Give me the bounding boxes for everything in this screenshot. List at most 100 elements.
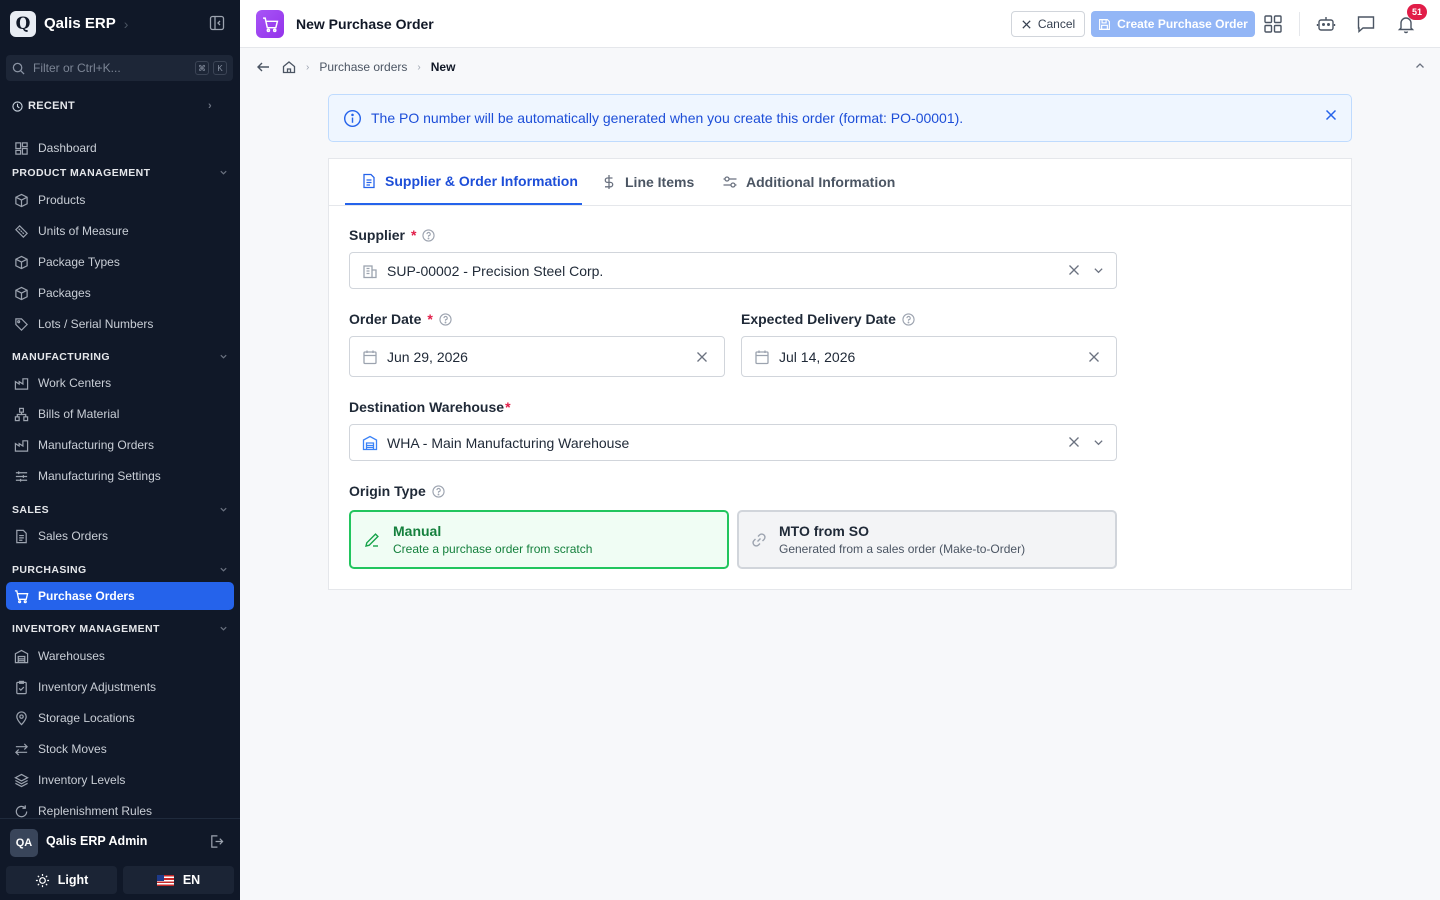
sidebar-item-label: Manufacturing Orders <box>38 438 155 452</box>
sidebar-collapse-icon[interactable] <box>209 15 225 31</box>
package-icon <box>15 286 28 300</box>
apps-grid-icon[interactable] <box>1263 14 1283 34</box>
sidebar-item-label: Warehouses <box>38 649 105 663</box>
chevron-down-icon <box>220 170 227 175</box>
sidebar-item-inventory-adjustments[interactable]: Inventory Adjustments <box>6 673 234 701</box>
chevron-down-icon <box>220 507 227 512</box>
option-title: Manual <box>393 523 442 539</box>
supplier-select[interactable]: SUP-00002 - Precision Steel Corp. <box>349 252 1117 289</box>
section-inventory-management[interactable]: INVENTORY MANAGEMENT <box>12 622 228 636</box>
destination-warehouse-select[interactable]: WHA - Main Manufacturing Warehouse <box>349 424 1117 461</box>
arrows-left-right-icon <box>15 742 28 756</box>
layers-icon <box>14 773 29 787</box>
breadcrumb: › Purchase orders › New <box>240 48 1440 86</box>
destination-warehouse-label: Destination Warehouse * <box>349 399 511 415</box>
help-icon[interactable] <box>432 484 445 498</box>
close-icon <box>1022 19 1031 29</box>
sidebar-item-stock-moves[interactable]: Stock Moves <box>6 735 234 763</box>
tab-line-items[interactable]: Line Items <box>601 159 694 205</box>
order-date-value: Jun 29, 2026 <box>387 348 468 365</box>
info-icon <box>343 109 362 127</box>
chevron-down-icon[interactable] <box>1093 437 1104 448</box>
kbd-cmd: ⌘ <box>195 61 209 75</box>
section-sales[interactable]: SALES <box>12 503 228 517</box>
sidebar-filter-input[interactable]: Filter or Ctrl+K... ⌘ K <box>6 55 233 81</box>
language-button[interactable]: EN <box>123 866 234 894</box>
sliders-icon <box>15 470 28 482</box>
sidebar-item-packages[interactable]: Packages <box>6 279 234 307</box>
cancel-button[interactable]: Cancel <box>1011 11 1085 37</box>
sidebar-item-label: Purchase Orders <box>38 589 135 603</box>
brand[interactable]: Q Qalis ERP › <box>10 10 128 37</box>
document-icon <box>363 173 375 189</box>
create-purchase-order-button[interactable]: Create Purchase Order <box>1091 11 1255 37</box>
section-product-management[interactable]: PRODUCT MANAGEMENT <box>12 166 228 180</box>
sidebar-item-work-centers[interactable]: Work Centers <box>6 369 234 397</box>
sidebar-item-replenishment-rules[interactable]: Replenishment Rules <box>6 797 234 819</box>
sidebar-item-storage-locations[interactable]: Storage Locations <box>6 704 234 732</box>
cancel-label: Cancel <box>1037 17 1076 31</box>
expected-delivery-value: Jul 14, 2026 <box>779 348 856 365</box>
close-icon[interactable] <box>1325 109 1337 121</box>
tab-additional-information[interactable]: Additional Information <box>722 159 895 205</box>
tab-label: Additional Information <box>746 174 896 190</box>
order-date-label-text: Order Date <box>349 311 422 327</box>
help-icon[interactable] <box>902 312 915 326</box>
order-date-picker[interactable]: Jun 29, 2026 <box>349 336 725 377</box>
factory-icon <box>14 439 29 452</box>
section-manufacturing[interactable]: MANUFACTURING <box>12 350 228 364</box>
recent-section[interactable]: RECENT › <box>12 99 212 113</box>
sidebar-item-manufacturing-settings[interactable]: Manufacturing Settings <box>6 462 234 490</box>
section-label: INVENTORY MANAGEMENT <box>12 623 160 635</box>
theme-toggle-button[interactable]: Light <box>6 866 117 894</box>
back-arrow-icon[interactable] <box>256 60 270 74</box>
origin-option-mto-from-so[interactable]: MTO from SO Generated from a sales order… <box>737 510 1117 569</box>
chevron-up-icon[interactable] <box>1414 60 1426 72</box>
section-label: MANUFACTURING <box>12 351 110 363</box>
tag-icon <box>15 317 28 331</box>
sidebar-item-label: Lots / Serial Numbers <box>38 317 154 331</box>
section-purchasing[interactable]: PURCHASING <box>12 563 228 577</box>
tab-supplier-order-information[interactable]: Supplier & Order Information <box>345 159 582 205</box>
clear-icon[interactable] <box>696 351 708 363</box>
sidebar-item-warehouses[interactable]: Warehouses <box>6 642 234 670</box>
chat-icon[interactable] <box>1356 14 1376 34</box>
sidebar-item-package-types[interactable]: Package Types <box>6 248 234 276</box>
sidebar-item-label: Inventory Levels <box>38 773 126 787</box>
clear-icon[interactable] <box>1068 264 1080 276</box>
breadcrumb-purchase-orders[interactable]: Purchase orders <box>319 60 407 74</box>
factory-icon <box>14 377 29 390</box>
clear-icon[interactable] <box>1068 436 1080 448</box>
logout-icon[interactable] <box>209 834 224 849</box>
avatar[interactable]: QA <box>10 829 38 857</box>
sidebar-item-bills-of-material[interactable]: Bills of Material <box>6 400 234 428</box>
sidebar-item-units-of-measure[interactable]: Units of Measure <box>6 217 234 245</box>
origin-option-manual[interactable]: Manual Create a purchase order from scra… <box>349 510 729 569</box>
supplier-label: Supplier * <box>349 227 436 243</box>
expected-delivery-date-picker[interactable]: Jul 14, 2026 <box>741 336 1117 377</box>
sidebar-item-manufacturing-orders[interactable]: Manufacturing Orders <box>6 431 234 459</box>
sidebar-item-sales-orders[interactable]: Sales Orders <box>6 522 234 550</box>
help-icon[interactable] <box>439 312 452 326</box>
language-label: EN <box>182 873 201 887</box>
refresh-icon <box>15 805 28 818</box>
purchase-order-form: Supplier & Order Information Line Items … <box>328 158 1352 590</box>
sidebar-item-label: Storage Locations <box>38 711 135 725</box>
sidebar-item-label: Manufacturing Settings <box>38 469 161 483</box>
sidebar-item-label: Dashboard <box>38 141 97 155</box>
home-icon[interactable] <box>282 60 296 74</box>
help-icon[interactable] <box>422 228 436 242</box>
sidebar-item-inventory-levels[interactable]: Inventory Levels <box>6 766 234 794</box>
purchase-order-icon <box>256 10 284 38</box>
filter-placeholder: Filter or Ctrl+K... <box>33 61 121 75</box>
sidebar-item-lots[interactable]: Lots / Serial Numbers <box>6 310 234 338</box>
sidebar-item-products[interactable]: Products <box>6 186 234 214</box>
clear-icon[interactable] <box>1088 351 1100 363</box>
sidebar-item-purchase-orders[interactable]: Purchase Orders <box>6 582 234 610</box>
cube-icon <box>15 193 28 207</box>
sidebar-item-dashboard[interactable]: Dashboard <box>6 134 234 162</box>
chevron-down-icon[interactable] <box>1093 265 1104 276</box>
sidebar: Q Qalis ERP › Filter or Ctrl+K... ⌘ K RE… <box>0 0 240 900</box>
bot-icon[interactable] <box>1316 14 1336 34</box>
warehouse-icon <box>362 435 378 450</box>
